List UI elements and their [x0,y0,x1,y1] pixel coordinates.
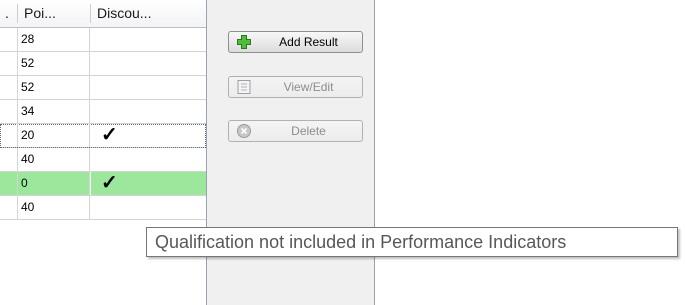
points-cell[interactable]: 52 [18,76,90,99]
discounted-cell[interactable] [91,52,206,75]
column-header-hidden[interactable]: . [0,0,18,27]
checkmark-icon: ✓ [101,124,118,146]
points-cell[interactable]: 0 [18,172,90,195]
discounted-cell[interactable] [91,148,206,171]
points-cell[interactable]: 52 [18,52,90,75]
points-cell[interactable]: 40 [18,196,90,219]
table-row[interactable]: 40 [0,148,206,172]
hidden-cell[interactable] [0,196,18,219]
add-result-button[interactable]: Add Result [228,31,363,53]
table-row[interactable]: 28 [0,28,206,52]
points-cell[interactable]: 28 [18,28,90,51]
hidden-cell[interactable] [0,148,18,171]
discounted-cell[interactable] [91,100,206,123]
results-grid: . Poi... Discou... 28 52 52 34 20 ✓ 40 0 ✓ 40 [0,0,207,305]
view-edit-label: View/Edit [283,80,334,94]
checkmark-icon: ✓ [101,172,118,194]
hidden-cell[interactable] [0,124,18,147]
discounted-cell[interactable]: ✓ [91,124,206,147]
delete-button[interactable]: Delete [228,120,363,142]
document-icon [237,80,251,94]
delete-label: Delete [291,124,326,138]
grid-rows: 28 52 52 34 20 ✓ 40 0 ✓ 40 [0,28,206,220]
table-row[interactable]: 0 ✓ [0,172,206,196]
discounted-cell[interactable] [91,76,206,99]
points-cell[interactable]: 40 [18,148,90,171]
hidden-cell[interactable] [0,172,18,195]
hidden-cell[interactable] [0,28,18,51]
column-header-discounted[interactable]: Discou... [91,0,206,27]
add-plus-icon [237,35,251,49]
table-row[interactable]: 34 [0,100,206,124]
points-cell[interactable]: 20 [18,124,90,147]
results-panel: . Poi... Discou... 28 52 52 34 20 ✓ 40 0 ✓ 40 Add… [0,0,375,305]
column-header-points[interactable]: Poi... [18,0,91,27]
table-row[interactable]: 40 [0,196,206,220]
table-row[interactable]: 52 [0,76,206,100]
delete-circle-icon [237,124,251,138]
tooltip: Qualification not included in Performanc… [146,227,678,257]
discounted-cell[interactable]: ✓ [91,172,206,195]
hidden-cell[interactable] [0,76,18,99]
discounted-cell[interactable] [91,196,206,219]
grid-header: . Poi... Discou... [0,0,206,28]
discounted-cell[interactable] [91,28,206,51]
hidden-cell[interactable] [0,100,18,123]
hidden-cell[interactable] [0,52,18,75]
points-cell[interactable]: 34 [18,100,90,123]
view-edit-button[interactable]: View/Edit [228,76,363,98]
table-row[interactable]: 52 [0,52,206,76]
add-result-label: Add Result [279,35,338,49]
table-row[interactable]: 20 ✓ [0,124,206,148]
